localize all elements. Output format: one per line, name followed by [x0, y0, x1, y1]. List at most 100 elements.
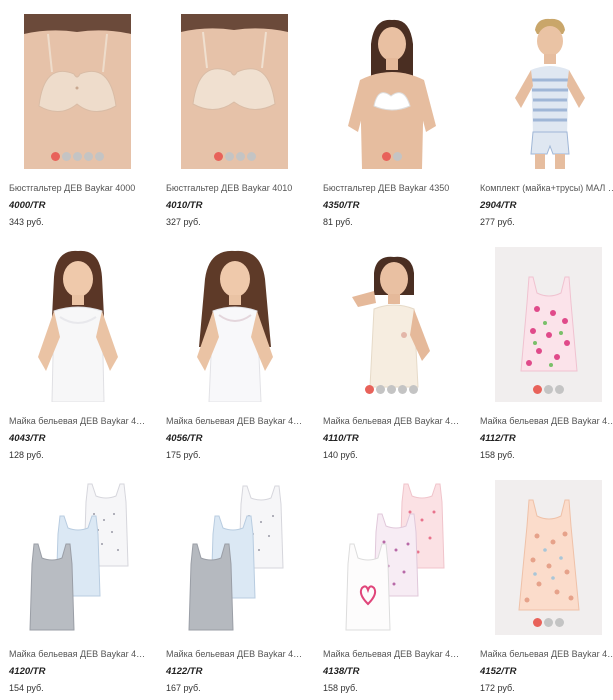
- product-image[interactable]: [181, 480, 288, 635]
- product-card[interactable]: Майка бельевая ДЕВ Baykar 4112 4112/TR 1…: [480, 247, 613, 469]
- girl-white-bra-photo: [338, 14, 445, 169]
- pagination-dot[interactable]: [544, 618, 553, 627]
- product-card[interactable]: Майка бельевая ДЕВ Baykar 4138 4138/TR 1…: [323, 480, 463, 695]
- product-image[interactable]: [24, 480, 131, 635]
- image-pagination[interactable]: [181, 152, 288, 161]
- product-price: 158 руб.: [323, 683, 358, 693]
- image-pagination[interactable]: [338, 385, 445, 394]
- product-grid: Бюстгальтер ДЕВ Baykar 4000 4000/TR 343 …: [0, 0, 613, 700]
- three-tank-tops-photo: [181, 480, 288, 635]
- product-name[interactable]: Бюстгальтер ДЕВ Baykar 4350: [323, 183, 461, 194]
- product-card[interactable]: Майка бельевая ДЕВ Baykar 4122 4122/TR 1…: [166, 480, 306, 695]
- peach-print-tank-photo: [495, 480, 602, 635]
- pagination-dot[interactable]: [213, 152, 223, 161]
- product-image[interactable]: [338, 14, 445, 169]
- product-image[interactable]: [181, 14, 288, 169]
- product-price: 158 руб.: [480, 450, 515, 460]
- product-name[interactable]: Майка бельевая ДЕВ Baykar 4120: [9, 649, 147, 660]
- product-price: 343 руб.: [9, 217, 44, 227]
- product-price: 327 руб.: [166, 217, 201, 227]
- product-name[interactable]: Майка бельевая ДЕВ Baykar 4122: [166, 649, 304, 660]
- pagination-dot[interactable]: [409, 385, 418, 394]
- product-sku: 4112/TR: [480, 433, 516, 444]
- pagination-dot[interactable]: [381, 152, 391, 161]
- product-sku: 4138/TR: [323, 666, 360, 677]
- product-sku: 4122/TR: [166, 666, 203, 677]
- product-name[interactable]: Майка бельевая ДЕВ Baykar 4043: [9, 416, 147, 427]
- product-card[interactable]: Бюстгальтер ДЕВ Baykar 4350 4350/TR 81 р…: [323, 14, 463, 236]
- product-sku: 4000/TR: [9, 200, 46, 211]
- product-image[interactable]: [338, 480, 445, 635]
- image-pagination[interactable]: [24, 152, 131, 161]
- product-price: 128 руб.: [9, 450, 44, 460]
- pagination-dot[interactable]: [51, 152, 60, 161]
- product-sku: 4350/TR: [323, 200, 360, 211]
- product-sku: 4152/TR: [480, 666, 517, 677]
- product-price: 277 руб.: [480, 217, 515, 227]
- product-price: 175 руб.: [166, 450, 201, 460]
- product-card[interactable]: Бюстгальтер ДЕВ Baykar 4000 4000/TR 343 …: [9, 14, 149, 236]
- boy-striped-set-photo: [495, 14, 602, 169]
- pagination-dot[interactable]: [544, 385, 553, 394]
- pagination-dot[interactable]: [376, 385, 385, 394]
- image-pagination[interactable]: [495, 385, 602, 394]
- girl-cream-tank-photo: [338, 247, 445, 402]
- three-tank-tops-pink-heart-photo: [338, 480, 445, 635]
- pagination-dot[interactable]: [84, 152, 93, 161]
- beige-bra-photo: [181, 14, 288, 169]
- girl-white-tank-photo: [181, 247, 288, 402]
- product-sku: 4110/TR: [323, 433, 359, 444]
- product-image[interactable]: [24, 247, 131, 402]
- product-price: 172 руб.: [480, 683, 515, 693]
- product-price: 140 руб.: [323, 450, 358, 460]
- pagination-dot[interactable]: [235, 152, 245, 161]
- pagination-dot[interactable]: [387, 385, 396, 394]
- pagination-dot[interactable]: [246, 152, 256, 161]
- product-card[interactable]: Майка бельевая ДЕВ Baykar 4056 4056/TR 1…: [166, 247, 306, 469]
- pagination-dot[interactable]: [365, 385, 374, 394]
- product-image[interactable]: [495, 247, 602, 402]
- product-card[interactable]: Майка бельевая ДЕВ Baykar 4152 4152/TR 1…: [480, 480, 613, 695]
- beige-bra-photo: [24, 14, 131, 169]
- image-pagination[interactable]: [338, 152, 445, 161]
- pink-floral-tank-photo: [495, 247, 602, 402]
- pagination-dot[interactable]: [224, 152, 234, 161]
- product-card[interactable]: Майка бельевая ДЕВ Baykar 4043 4043/TR 1…: [9, 247, 149, 469]
- girl-white-tank-photo: [24, 247, 131, 402]
- pagination-dot[interactable]: [555, 385, 564, 394]
- product-image[interactable]: [338, 247, 445, 402]
- product-sku: 4043/TR: [9, 433, 46, 444]
- product-card[interactable]: Бюстгальтер ДЕВ Baykar 4010 4010/TR 327 …: [166, 14, 306, 236]
- product-name[interactable]: Майка бельевая ДЕВ Baykar 4112: [480, 416, 613, 427]
- product-sku: 2904/TR: [480, 200, 517, 211]
- product-price: 167 руб.: [166, 683, 201, 693]
- product-name[interactable]: Майка бельевая ДЕВ Baykar 4056: [166, 416, 304, 427]
- product-image[interactable]: [24, 14, 131, 169]
- three-tank-tops-photo: [24, 480, 131, 635]
- pagination-dot[interactable]: [555, 618, 564, 627]
- product-name[interactable]: Бюстгальтер ДЕВ Baykar 4000: [9, 183, 147, 194]
- pagination-dot[interactable]: [533, 618, 542, 627]
- pagination-dot[interactable]: [95, 152, 104, 161]
- product-card[interactable]: Майка бельевая ДЕВ Baykar 4110 4110/TR 1…: [323, 247, 463, 469]
- pagination-dot[interactable]: [62, 152, 71, 161]
- pagination-dot[interactable]: [398, 385, 407, 394]
- product-card[interactable]: Комплект (майка+трусы) МАЛ Baykar 2904 2…: [480, 14, 613, 236]
- pagination-dot[interactable]: [392, 152, 402, 161]
- product-image[interactable]: [495, 14, 602, 169]
- product-name[interactable]: Майка бельевая ДЕВ Baykar 4152: [480, 649, 613, 660]
- product-price: 81 руб.: [323, 217, 353, 227]
- product-name[interactable]: Майка бельевая ДЕВ Baykar 4138: [323, 649, 461, 660]
- product-card[interactable]: Майка бельевая ДЕВ Baykar 4120 4120/TR 1…: [9, 480, 149, 695]
- product-name[interactable]: Комплект (майка+трусы) МАЛ Baykar 2904: [480, 183, 613, 194]
- product-sku: 4120/TR: [9, 666, 46, 677]
- product-name[interactable]: Бюстгальтер ДЕВ Baykar 4010: [166, 183, 304, 194]
- product-price: 154 руб.: [9, 683, 44, 693]
- product-image[interactable]: [495, 480, 602, 635]
- image-pagination[interactable]: [495, 618, 602, 627]
- product-image[interactable]: [181, 247, 288, 402]
- pagination-dot[interactable]: [73, 152, 82, 161]
- pagination-dot[interactable]: [533, 385, 542, 394]
- product-sku: 4010/TR: [166, 200, 203, 211]
- product-name[interactable]: Майка бельевая ДЕВ Baykar 4110: [323, 416, 461, 427]
